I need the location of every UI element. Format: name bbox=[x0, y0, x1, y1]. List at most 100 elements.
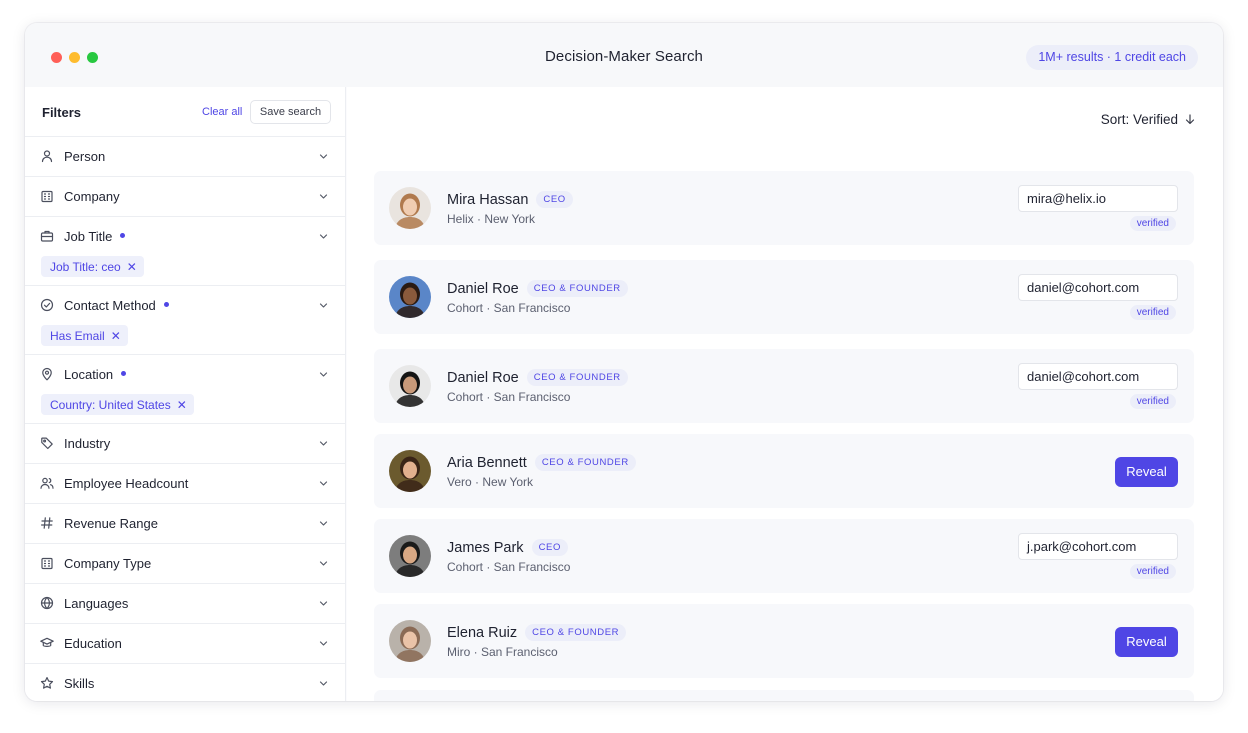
filter-header[interactable]: Company bbox=[25, 177, 345, 216]
result-card[interactable]: Daniel Roe CEO & FOUNDER Cohort · San Fran… bbox=[374, 349, 1194, 423]
person-icon bbox=[40, 149, 54, 163]
company-location: Helix · New York bbox=[447, 212, 536, 226]
company-location: Cohort · San Francisco bbox=[447, 301, 571, 315]
chevron-down-icon[interactable] bbox=[318, 369, 329, 380]
avatar bbox=[389, 535, 431, 577]
remove-chip-icon[interactable]: ✕ bbox=[111, 329, 121, 343]
person-name[interactable]: Daniel Roe CEO & FOUNDER bbox=[447, 280, 628, 297]
filter-header[interactable]: Employee Headcount bbox=[25, 464, 345, 503]
star-icon bbox=[40, 676, 54, 690]
filter-skills: Skills bbox=[25, 664, 345, 701]
filter-chips: Has Email ✕ bbox=[25, 325, 345, 354]
filter-header[interactable]: Skills bbox=[25, 664, 345, 701]
email-field[interactable]: mira@helix.io bbox=[1018, 185, 1178, 212]
users-icon bbox=[40, 476, 54, 490]
role-badge: CEO & FOUNDER bbox=[526, 369, 628, 386]
filter-company-type: Company Type bbox=[25, 544, 345, 584]
remove-chip-icon[interactable]: ✕ bbox=[177, 398, 187, 412]
filter-chip: Has Email ✕ bbox=[41, 325, 128, 346]
result-card[interactable]: Maya GreenCEOReveal bbox=[374, 690, 1194, 701]
filter-list: Person Company Job Title Job Title: ceo ✕… bbox=[25, 137, 345, 701]
filter-label: Languages bbox=[64, 596, 129, 611]
chevron-down-icon[interactable] bbox=[318, 151, 329, 162]
filter-header[interactable]: Education bbox=[25, 624, 345, 663]
role-badge: CEO & FOUNDER bbox=[534, 454, 636, 471]
filter-label: Skills bbox=[64, 676, 95, 691]
chevron-down-icon[interactable] bbox=[318, 678, 329, 689]
filter-languages: Languages bbox=[25, 584, 345, 624]
hash-icon bbox=[40, 516, 54, 530]
filter-label: Revenue Range bbox=[64, 516, 158, 531]
filter-header[interactable]: Person bbox=[25, 137, 345, 176]
reveal-button[interactable]: Reveal bbox=[1115, 457, 1178, 487]
filter-label: Contact Method bbox=[64, 298, 169, 313]
email-field[interactable]: j.park@cohort.com bbox=[1018, 533, 1178, 560]
result-card[interactable]: James Park CEO Cohort · San Francisco j.par… bbox=[374, 519, 1194, 593]
filter-header[interactable]: Languages bbox=[25, 584, 345, 623]
save-search-button[interactable]: Save search bbox=[250, 100, 331, 124]
person-name[interactable]: Mira Hassan CEO bbox=[447, 191, 573, 208]
chevron-down-icon[interactable] bbox=[318, 191, 329, 202]
company-location: Miro · San Francisco bbox=[447, 645, 558, 659]
arrow-down-icon bbox=[1185, 114, 1195, 125]
chevron-down-icon[interactable] bbox=[318, 438, 329, 449]
filter-location: Location Country: United States ✕ bbox=[25, 355, 345, 424]
person-name[interactable]: Daniel Roe CEO & FOUNDER bbox=[447, 369, 628, 386]
reveal-button[interactable]: Reveal bbox=[1115, 627, 1178, 657]
filter-chip: Job Title: ceo ✕ bbox=[41, 256, 144, 277]
result-card[interactable]: Aria Bennett CEO & FOUNDER Vero · New York… bbox=[374, 434, 1194, 508]
tag-icon bbox=[40, 436, 54, 450]
chevron-down-icon[interactable] bbox=[318, 638, 329, 649]
result-card[interactable]: Mira Hassan CEO Helix · New York mira@helix… bbox=[374, 171, 1194, 245]
company-location: Vero · New York bbox=[447, 475, 534, 489]
filter-header[interactable]: Company Type bbox=[25, 544, 345, 583]
filter-header[interactable]: Location bbox=[25, 355, 345, 394]
filter-person: Person bbox=[25, 137, 345, 177]
filter-label: Person bbox=[64, 149, 106, 164]
result-card[interactable]: Elena Ruiz CEO & FOUNDER Miro · San Franci… bbox=[374, 604, 1194, 678]
person-name[interactable]: Aria Bennett CEO & FOUNDER bbox=[447, 454, 636, 471]
graduation-cap-icon bbox=[40, 636, 54, 650]
chevron-down-icon[interactable] bbox=[318, 231, 329, 242]
title-bar: Decision-Maker Search 1M+ results · 1 cr… bbox=[25, 23, 1223, 87]
briefcase-icon bbox=[40, 229, 54, 243]
chevron-down-icon[interactable] bbox=[318, 300, 329, 311]
email-field[interactable]: daniel@cohort.com bbox=[1018, 274, 1178, 301]
chevron-down-icon[interactable] bbox=[318, 518, 329, 529]
role-badge: CEO bbox=[531, 539, 568, 556]
clear-all-link[interactable]: Clear all bbox=[202, 106, 242, 118]
check-circle-icon bbox=[40, 298, 54, 312]
avatar bbox=[389, 365, 431, 407]
filter-header[interactable]: Contact Method bbox=[25, 286, 345, 325]
filters-sidebar: Filters Clear all Save search Person Com… bbox=[25, 87, 346, 701]
chevron-down-icon[interactable] bbox=[318, 558, 329, 569]
filter-contact-method: Contact Method Has Email ✕ bbox=[25, 286, 345, 355]
filter-chips: Country: United States ✕ bbox=[25, 394, 345, 423]
person-name[interactable]: James Park CEO bbox=[447, 539, 568, 556]
filter-label: Job Title bbox=[64, 229, 126, 244]
email-field[interactable]: daniel@cohort.com bbox=[1018, 363, 1178, 390]
chevron-down-icon[interactable] bbox=[318, 598, 329, 609]
avatar bbox=[389, 187, 431, 229]
building-icon bbox=[40, 189, 54, 203]
avatar bbox=[389, 620, 431, 662]
results-panel: Sort: Verified Mira Hassan CEO Helix · New… bbox=[347, 87, 1223, 701]
filter-revenue-range: Revenue Range bbox=[25, 504, 345, 544]
chevron-down-icon[interactable] bbox=[318, 478, 329, 489]
globe-icon bbox=[40, 596, 54, 610]
filter-employee-headcount: Employee Headcount bbox=[25, 464, 345, 504]
remove-chip-icon[interactable]: ✕ bbox=[127, 260, 137, 274]
sort-control[interactable]: Sort: Verified bbox=[1101, 112, 1195, 127]
filter-label: Location bbox=[64, 367, 127, 382]
filter-chips: Job Title: ceo ✕ bbox=[25, 256, 345, 285]
filter-label: Industry bbox=[64, 436, 111, 451]
result-card[interactable]: Daniel Roe CEO & FOUNDER Cohort · San Fran… bbox=[374, 260, 1194, 334]
avatar bbox=[389, 450, 431, 492]
person-name[interactable]: Elena Ruiz CEO & FOUNDER bbox=[447, 624, 627, 641]
filter-header[interactable]: Job Title bbox=[25, 217, 345, 256]
building-icon bbox=[40, 556, 54, 570]
filter-label: Education bbox=[64, 636, 122, 651]
filter-header[interactable]: Revenue Range bbox=[25, 504, 345, 543]
active-filter-dot bbox=[163, 302, 169, 308]
filter-header[interactable]: Industry bbox=[25, 424, 345, 463]
